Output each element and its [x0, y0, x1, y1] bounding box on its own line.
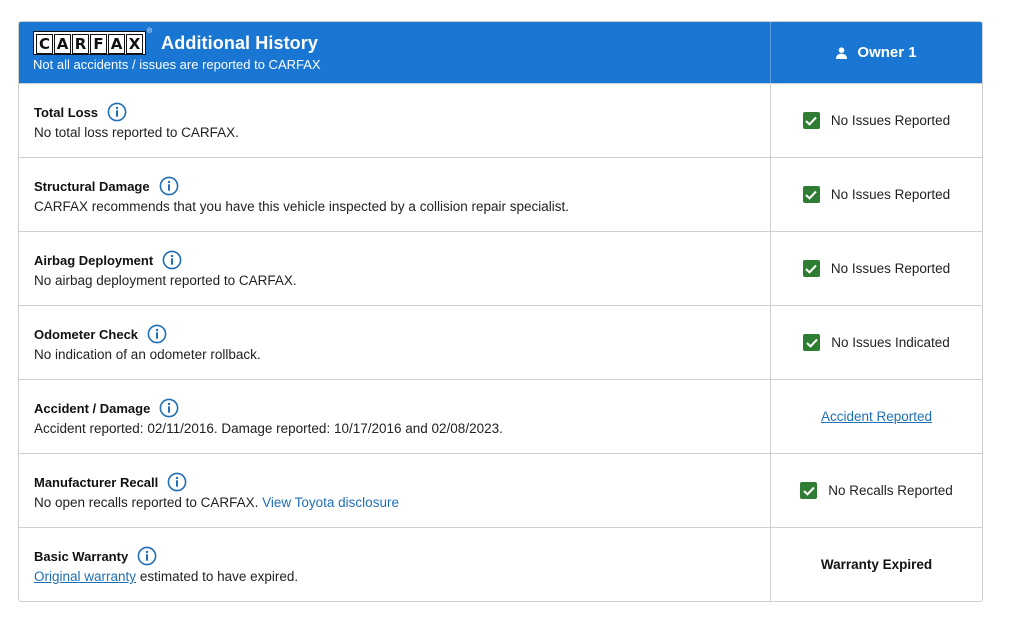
additional-history-panel: C A R F A X ® Additional History Not all… — [18, 21, 983, 602]
info-icon[interactable] — [107, 102, 127, 122]
row-info-cell: Accident / Damage Accident reported: 02/… — [19, 380, 771, 453]
row-info-cell: Total Loss No total loss reported to CAR… — [19, 84, 771, 157]
logo-letter: C — [36, 34, 53, 54]
row-description: No total loss reported to CARFAX. — [34, 125, 239, 140]
row-description: No open recalls reported to CARFAX. View… — [34, 495, 399, 510]
row-status-cell: No Issues Indicated — [771, 306, 982, 379]
row-title: Airbag Deployment — [34, 250, 182, 270]
row-title: Basic Warranty — [34, 546, 157, 566]
row-status-cell: Accident Reported — [771, 380, 982, 453]
row-description: Accident reported: 02/11/2016. Damage re… — [34, 421, 503, 436]
trademark-mark: ® — [147, 28, 153, 35]
info-icon[interactable] — [159, 398, 179, 418]
logo-letter: A — [54, 34, 71, 54]
row-title-text: Manufacturer Recall — [34, 474, 159, 490]
section-title: Additional History — [161, 32, 318, 53]
info-icon[interactable] — [137, 546, 157, 566]
row-info-cell: Odometer Check No indication of an odome… — [19, 306, 771, 379]
history-row: Total Loss No total loss reported to CAR… — [19, 83, 982, 157]
row-title-text: Structural Damage — [34, 178, 150, 194]
status-text: Warranty Expired — [820, 557, 933, 572]
row-info-cell: Basic Warranty Original warranty estimat… — [19, 528, 771, 601]
row-info-cell: Airbag Deployment No airbag deployment r… — [19, 232, 771, 305]
status-text: No Recalls Reported — [828, 483, 953, 498]
status-text: No Issues Indicated — [831, 335, 950, 350]
row-title-text: Total Loss — [34, 104, 99, 120]
original-warranty-link[interactable]: Original warranty — [34, 569, 136, 584]
info-icon[interactable] — [167, 472, 187, 492]
row-description: No indication of an odometer rollback. — [34, 347, 261, 362]
logo-letter: F — [90, 34, 107, 54]
accident-reported-link[interactable]: Accident Reported — [821, 409, 932, 424]
status-text: No Issues Reported — [830, 261, 951, 276]
status-text: No Issues Reported — [830, 113, 951, 128]
status-text: No Issues Reported — [830, 187, 951, 202]
row-title-text: Accident / Damage — [34, 400, 151, 416]
brand: C A R F A X ® Additional History — [33, 28, 318, 55]
history-row: Odometer Check No indication of an odome… — [19, 305, 982, 379]
row-title-text: Basic Warranty — [34, 548, 129, 564]
checkmark-icon — [800, 482, 818, 499]
history-row: Airbag Deployment No airbag deployment r… — [19, 231, 982, 305]
logo-letter: A — [108, 34, 125, 54]
owner-column-header: Owner 1 — [771, 22, 982, 83]
logo-letter: X — [126, 34, 143, 54]
history-header: C A R F A X ® Additional History Not all… — [19, 22, 982, 83]
row-description-text: No open recalls reported to CARFAX. — [34, 495, 259, 510]
owner-label: Owner 1 — [857, 44, 917, 61]
person-icon — [836, 46, 848, 59]
row-status-cell: No Issues Reported — [771, 84, 982, 157]
logo-letter: R — [72, 34, 89, 54]
info-icon[interactable] — [147, 324, 167, 344]
row-status-cell: Warranty Expired — [771, 528, 982, 601]
info-icon[interactable] — [162, 250, 182, 270]
info-icon[interactable] — [159, 176, 179, 196]
checkmark-icon — [803, 334, 821, 351]
row-description: Original warranty estimated to have expi… — [34, 569, 298, 584]
toyota-disclosure-link[interactable]: View Toyota disclosure — [262, 495, 399, 510]
checkmark-icon — [802, 112, 820, 129]
row-description-text: estimated to have expired. — [139, 569, 299, 584]
row-title: Manufacturer Recall — [34, 472, 187, 492]
row-info-cell: Manufacturer Recall No open recalls repo… — [19, 454, 771, 527]
checkmark-icon — [802, 260, 820, 277]
row-info-cell: Structural Damage CARFAX recommends that… — [19, 158, 771, 231]
header-title-cell: C A R F A X ® Additional History Not all… — [19, 22, 771, 83]
history-row: Accident / Damage Accident reported: 02/… — [19, 379, 982, 453]
row-title-text: Airbag Deployment — [34, 252, 154, 268]
row-status-cell: No Issues Reported — [771, 158, 982, 231]
row-status-cell: No Issues Reported — [771, 232, 982, 305]
row-description: CARFAX recommends that you have this veh… — [34, 199, 570, 214]
row-status-cell: No Recalls Reported — [771, 454, 982, 527]
row-title-text: Odometer Check — [34, 326, 139, 342]
row-title: Odometer Check — [34, 324, 167, 344]
row-description: No airbag deployment reported to CARFAX. — [34, 273, 297, 288]
section-subtitle: Not all accidents / issues are reported … — [33, 57, 321, 72]
carfax-logo: C A R F A X — [33, 31, 146, 55]
row-title: Structural Damage — [34, 176, 179, 196]
history-row: Manufacturer Recall No open recalls repo… — [19, 453, 982, 527]
row-title: Total Loss — [34, 102, 127, 122]
row-title: Accident / Damage — [34, 398, 179, 418]
checkmark-icon — [802, 186, 820, 203]
history-row: Basic Warranty Original warranty estimat… — [19, 527, 982, 601]
history-row: Structural Damage CARFAX recommends that… — [19, 157, 982, 231]
